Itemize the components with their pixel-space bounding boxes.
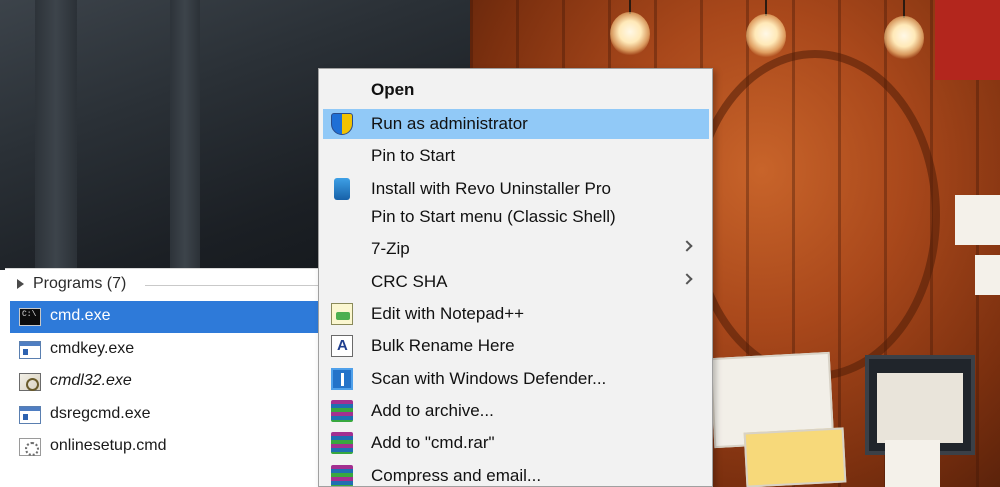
submenu-arrow-icon — [681, 273, 693, 285]
menu-item-label: Edit with Notepad++ — [371, 304, 525, 323]
start-menu-results-panel: Programs (7) cmd.exe cmdkey.exe cmdl32.e… — [5, 268, 325, 487]
programs-group-label: Programs (7) — [33, 275, 127, 292]
menu-item-7-zip[interactable]: 7-Zip — [323, 234, 709, 264]
lamp-light — [746, 14, 786, 58]
menu-item-install-with-revo[interactable]: Install with Revo Uninstaller Pro — [323, 174, 709, 204]
menu-item-label: Add to "cmd.rar" — [371, 433, 495, 452]
script-icon — [19, 373, 41, 391]
program-label: dsregcmd.exe — [50, 405, 151, 422]
cmd-icon — [19, 308, 41, 326]
menu-item-add-to-archive[interactable]: Add to archive... — [323, 396, 709, 426]
program-label: onlinesetup.cmd — [50, 437, 167, 454]
menu-item-label: Install with Revo Uninstaller Pro — [371, 179, 611, 198]
lamp-light — [884, 16, 924, 60]
program-item-cmdl32-exe[interactable]: cmdl32.exe — [10, 366, 321, 398]
wallpaper-note — [885, 440, 940, 487]
lamp-light — [610, 12, 650, 56]
wallpaper-note — [955, 195, 1000, 245]
program-item-cmd-exe[interactable]: cmd.exe — [10, 301, 321, 333]
app-icon — [19, 406, 41, 424]
menu-item-add-to-cmd-rar[interactable]: Add to "cmd.rar" — [323, 428, 709, 458]
notepad-icon — [331, 303, 353, 325]
menu-item-bulk-rename-here[interactable]: Bulk Rename Here — [323, 331, 709, 361]
menu-item-label: Run as administrator — [371, 114, 528, 133]
wallpaper-pillar — [170, 0, 200, 270]
shield-icon — [331, 113, 353, 135]
menu-item-label: Add to archive... — [371, 401, 494, 420]
programs-group-header[interactable]: Programs (7) — [5, 269, 325, 301]
wallpaper-note — [975, 255, 1000, 295]
wallpaper-red-panel — [935, 0, 1000, 80]
wallpaper-round-sign — [690, 50, 940, 380]
menu-item-open[interactable]: Open — [323, 75, 709, 105]
menu-item-label: Open — [371, 80, 415, 99]
program-item-dsregcmd-exe[interactable]: dsregcmd.exe — [10, 399, 321, 431]
bulk-rename-icon — [331, 335, 353, 357]
program-label: cmdkey.exe — [50, 340, 135, 357]
collapse-triangle-icon — [17, 279, 24, 289]
menu-item-label: Scan with Windows Defender... — [371, 369, 607, 388]
program-label: cmdl32.exe — [50, 372, 132, 389]
winrar-icon — [331, 465, 353, 486]
menu-item-label: Pin to Start menu (Classic Shell) — [371, 207, 616, 226]
menu-item-label: Bulk Rename Here — [371, 336, 515, 355]
winrar-icon — [331, 432, 353, 454]
menu-item-label: CRC SHA — [371, 272, 448, 291]
menu-item-label: Pin to Start — [371, 146, 456, 165]
header-divider — [145, 285, 325, 286]
wallpaper-pillar — [35, 0, 77, 270]
menu-item-pin-to-start[interactable]: Pin to Start — [323, 141, 709, 171]
menu-item-run-as-administrator[interactable]: Run as administrator — [323, 109, 709, 139]
menu-item-edit-with-notepad-plus-plus[interactable]: Edit with Notepad++ — [323, 299, 709, 329]
menu-item-label: 7-Zip — [371, 239, 410, 258]
program-item-cmdkey-exe[interactable]: cmdkey.exe — [10, 334, 321, 366]
menu-item-compress-and-email[interactable]: Compress and email... — [323, 461, 709, 486]
context-menu: Open Run as administrator Pin to Start I… — [318, 68, 713, 487]
submenu-arrow-icon — [681, 240, 693, 252]
menu-item-label: Compress and email... — [371, 466, 542, 485]
menu-item-pin-to-start-menu-classic-shell[interactable]: Pin to Start menu (Classic Shell) — [323, 202, 709, 232]
wallpaper-poster — [743, 427, 847, 487]
menu-item-crc-sha[interactable]: CRC SHA — [323, 267, 709, 297]
revo-icon — [334, 178, 350, 200]
defender-icon — [331, 368, 353, 390]
winrar-icon — [331, 400, 353, 422]
gear-icon — [19, 438, 41, 456]
program-label: cmd.exe — [50, 307, 111, 324]
program-item-onlinesetup-cmd[interactable]: onlinesetup.cmd — [10, 431, 321, 463]
app-icon — [19, 341, 41, 359]
menu-item-scan-with-windows-defender[interactable]: Scan with Windows Defender... — [323, 364, 709, 394]
